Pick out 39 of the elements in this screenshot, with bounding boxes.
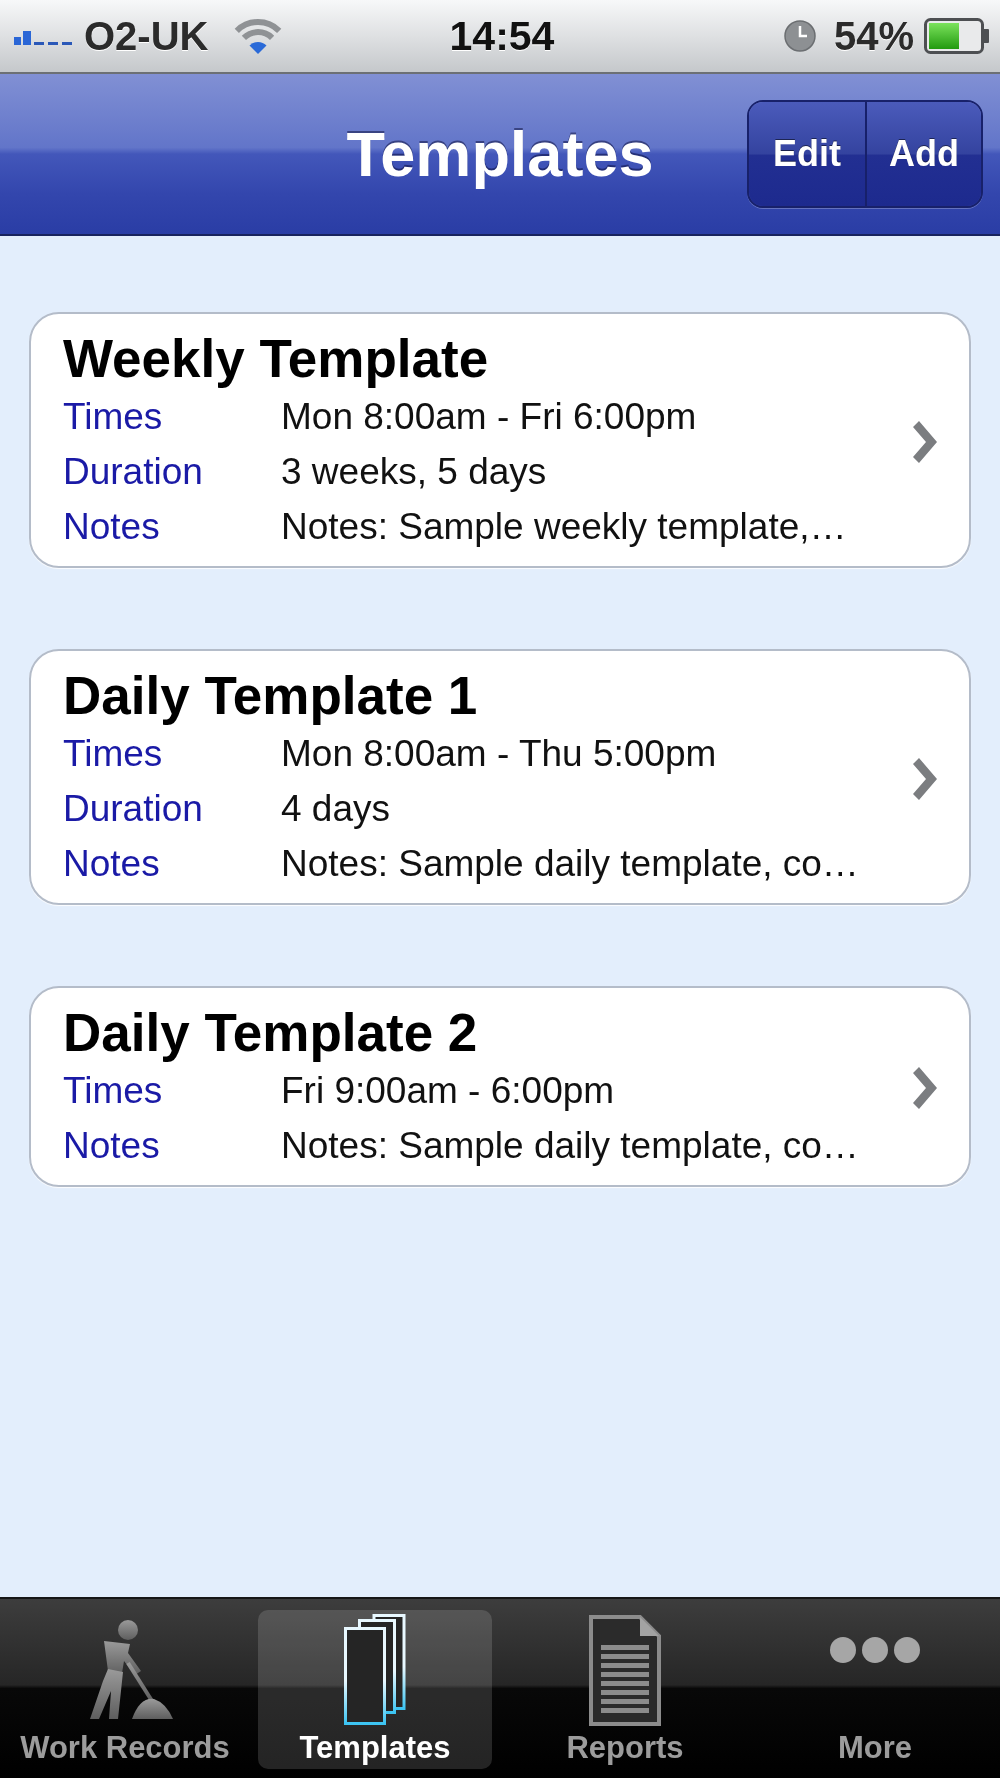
field-value: Mon 8:00am - Thu 5:00pm — [281, 732, 717, 776]
template-card[interactable]: Daily Template 2 Times Fri 9:00am - 6:00pm Notes Notes: Sample daily template, co… — [29, 986, 971, 1187]
field-label: Notes — [63, 842, 160, 886]
field-label: Notes — [63, 1124, 160, 1168]
field-value: Notes: Sample daily template, co… — [281, 842, 859, 886]
tab-bar-item[interactable]: Work Records — [8, 1610, 242, 1769]
field-value: Fri 9:00am - 6:00pm — [281, 1069, 615, 1113]
tab-bar-item[interactable]: Reports — [508, 1610, 742, 1769]
wifi-icon — [234, 17, 283, 55]
template-title: Weekly Template — [63, 329, 490, 389]
clock-icon — [783, 20, 816, 52]
field-label: Times — [63, 732, 163, 776]
field-label: Times — [63, 1069, 163, 1113]
field-label: Times — [63, 395, 163, 439]
document-icon — [589, 1614, 661, 1726]
stacked-pages-icon — [344, 1614, 406, 1726]
edit-button[interactable]: Edit — [749, 102, 865, 206]
field-label: Duration — [63, 787, 203, 831]
screen-title: Templates — [346, 118, 654, 190]
tab-bar-item[interactable]: More — [758, 1610, 992, 1769]
add-button[interactable]: Add — [865, 102, 981, 206]
field-label: Notes — [63, 505, 160, 549]
template-title: Daily Template 2 — [63, 1003, 479, 1063]
template-title: Daily Template 1 — [63, 666, 479, 726]
carrier-name: O2-UK — [84, 13, 209, 60]
more-icon — [829, 1636, 921, 1664]
field-value: 3 weeks, 5 days — [281, 450, 547, 494]
template-card[interactable]: Weekly Template Times Mon 8:00am - Fri 6:00pm Duration 3 weeks, 5 days Notes Notes: Sample weekly template,… — [29, 312, 971, 568]
tab-bar-item[interactable]: Templates — [258, 1610, 492, 1769]
field-value: Mon 8:00am - Fri 6:00pm — [281, 395, 697, 439]
chevron-right-icon — [911, 1065, 937, 1111]
battery-percentage: 54% — [833, 13, 914, 60]
field-value: Notes: Sample weekly template,… — [281, 505, 847, 549]
template-card[interactable]: Daily Template 1 Times Mon 8:00am - Thu 5:00pm Duration 4 days Notes Notes: Sample daily template, co… — [29, 649, 971, 905]
battery-icon — [924, 18, 990, 54]
clock-time: 14:54 — [449, 12, 555, 60]
field-value: Notes: Sample daily template, co… — [281, 1124, 859, 1168]
field-value: 4 days — [281, 787, 390, 831]
field-label: Duration — [63, 450, 203, 494]
